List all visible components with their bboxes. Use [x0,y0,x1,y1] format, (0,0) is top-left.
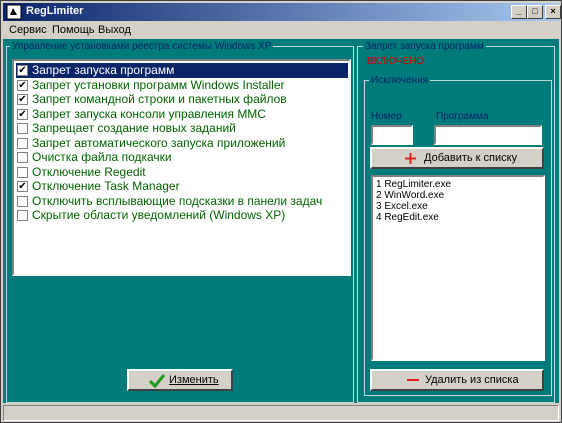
program-ban-title: Запрет запуска программ [363,41,486,52]
checkbox[interactable] [17,210,28,221]
list-item[interactable]: 3 Excel.exe [376,201,428,212]
maximize-button[interactable]: □ [527,5,543,19]
option-row[interactable]: ✔ Запрет установки программ Windows Insta… [16,78,348,93]
remove-from-list-button[interactable]: Удалить из списка [370,369,544,391]
option-row[interactable]: ✔ Запрет запуска программ [16,63,348,78]
checkbox[interactable] [17,123,28,134]
checkbox[interactable] [17,166,28,178]
option-row[interactable]: Отключить всплывающие подсказки в панели… [16,194,348,209]
number-label: Номер [371,111,402,122]
close-button[interactable]: × [545,5,561,19]
option-label: Очистка файла подкачки [32,150,172,164]
window-title: RegLimiter [26,5,84,17]
status-text: ВКЛЮЧЕНО [367,56,425,67]
client-area: Управление установками реестра системы W… [3,39,559,403]
number-field[interactable] [371,125,413,145]
option-label: Отключение Regedit [32,164,146,179]
option-label: Запрет командной строки и пакетных файло… [32,92,287,106]
minus-icon [407,379,419,381]
menu-help[interactable]: Помощь [52,24,95,36]
menu-bar: Сервис Помощь Выход [3,22,559,39]
option-label: Запрет автоматического запуска приложени… [32,135,286,150]
option-row[interactable]: ✔ Запрет командной строки и пакетных файл… [16,92,348,107]
checkbox[interactable]: ✔ [17,181,28,192]
option-label: Запрет установки программ Windows Instal… [32,77,285,92]
option-label: Запрет запуска программ [32,63,175,77]
add-to-list-label: Добавить к списку [424,152,518,164]
exceptions-list[interactable]: 1 RegLimiter.exe 2 WinWord.exe 3 Excel.e… [371,175,545,361]
plus-icon [405,153,416,164]
program-label: Программа [436,111,489,122]
option-label: Отключение Task Manager [32,179,180,193]
exceptions-title: Исключения [369,75,431,86]
checkbox[interactable] [17,195,28,207]
checkbox[interactable] [17,152,28,163]
option-row[interactable]: Запрет автоматического запуска приложени… [16,136,348,151]
option-row[interactable]: Отключение Regedit [16,165,348,180]
option-label: Запрет запуска консоли управления MMC [32,106,266,121]
app-icon [6,4,22,20]
program-field[interactable] [434,125,542,145]
option-label: Отключить всплывающие подсказки в панели… [32,193,323,208]
apply-button[interactable]: Изменить [127,369,233,391]
checkbox[interactable] [17,137,28,149]
checkbox[interactable]: ✔ [17,65,28,76]
checkbox[interactable]: ✔ [17,108,28,120]
list-item[interactable]: 2 WinWord.exe [376,190,444,201]
apply-button-label: Изменить [169,374,219,386]
option-row[interactable]: ✔ Запрет запуска консоли управления MMC [16,107,348,122]
checkmark-icon [149,374,165,388]
remove-from-list-label: Удалить из списка [425,374,519,386]
status-bar [3,405,559,421]
app-window: RegLimiter _ □ × Сервис Помощь Выход Упр… [0,0,562,423]
list-item[interactable]: 1 RegLimiter.exe [376,179,451,190]
option-row[interactable]: Запрещает создание новых заданий [16,121,348,136]
option-row[interactable]: ✔ Отключение Task Manager [16,179,348,194]
option-label: Скрытие области уведомлений (Windows XP) [32,208,286,222]
title-bar[interactable]: RegLimiter _ □ × [3,3,561,21]
option-row[interactable]: Скрытие области уведомлений (Windows XP) [16,208,348,223]
option-row[interactable]: Очистка файла подкачки [16,150,348,165]
minimize-button[interactable]: _ [511,5,527,19]
add-to-list-button[interactable]: Добавить к списку [370,147,544,169]
menu-service[interactable]: Сервис [9,24,47,36]
list-item[interactable]: 4 RegEdit.exe [376,212,439,223]
option-label: Запрещает создание новых заданий [32,121,236,135]
registry-settings-title: Управление установками реестра системы W… [10,41,274,52]
options-checklist[interactable]: ✔ Запрет запуска программ ✔ Запрет установк… [12,59,351,276]
menu-exit[interactable]: Выход [98,24,131,36]
checkbox[interactable]: ✔ [17,79,28,91]
checkbox[interactable]: ✔ [17,94,28,105]
